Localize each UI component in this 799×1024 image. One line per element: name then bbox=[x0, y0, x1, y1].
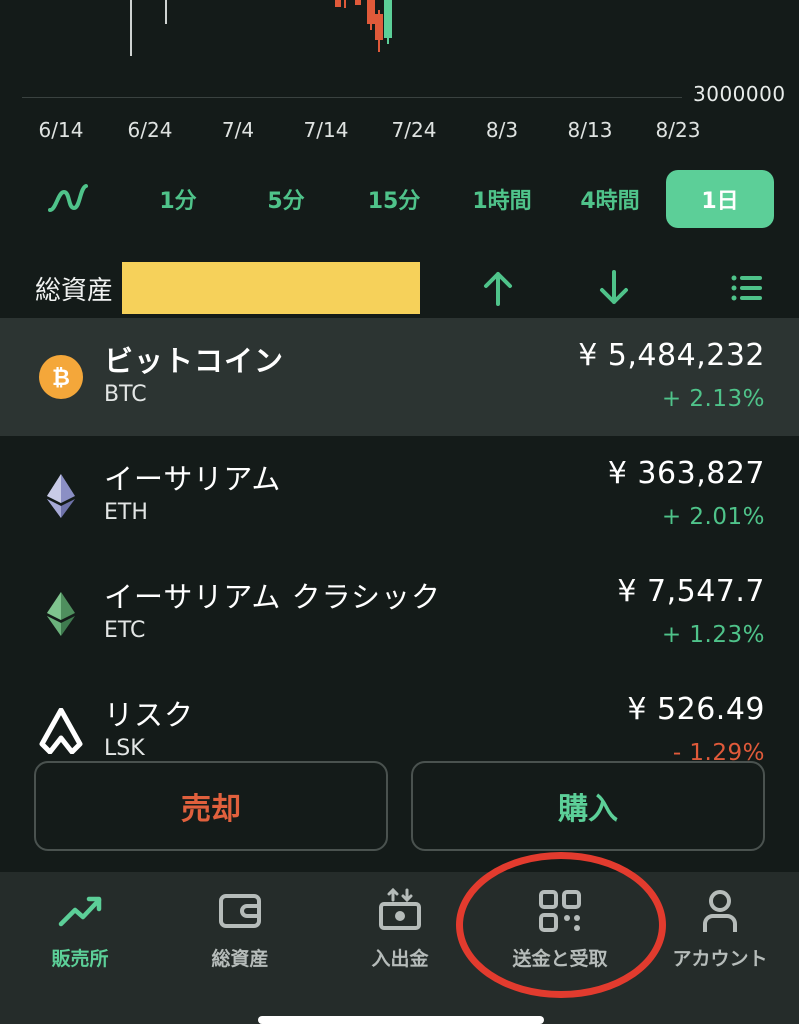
candle bbox=[375, 14, 383, 40]
coin-change: + 1.23% bbox=[661, 622, 765, 648]
coin-change: + 2.01% bbox=[661, 504, 765, 530]
buy-button[interactable]: 購入 bbox=[411, 761, 765, 851]
candle bbox=[367, 0, 375, 24]
trend-icon bbox=[58, 896, 102, 927]
coin-price: ¥ 5,484,232 bbox=[578, 338, 765, 373]
nav-label: アカウント bbox=[672, 948, 768, 970]
highlight-annotation bbox=[456, 852, 666, 998]
coin-row-btc[interactable]: ₿ ビットコイン BTC ¥ 5,484,232 + 2.13% bbox=[0, 318, 799, 436]
date-tick: 6/24 bbox=[127, 118, 173, 142]
date-tick: 7/24 bbox=[391, 118, 437, 142]
coin-price: ¥ 363,827 bbox=[607, 456, 765, 491]
deposit-icon bbox=[379, 887, 421, 930]
line-chart-icon bbox=[48, 184, 88, 212]
date-tick: 8/23 bbox=[655, 118, 701, 142]
sell-button[interactable]: 売却 bbox=[34, 761, 388, 851]
tab-4hour[interactable]: 4時間 bbox=[556, 170, 664, 228]
coin-price: ¥ 526.49 bbox=[627, 692, 765, 727]
coin-name: リスク bbox=[104, 698, 195, 732]
coin-symbol: ETH bbox=[104, 500, 148, 525]
candle bbox=[384, 0, 392, 38]
candlestick-chart bbox=[130, 0, 392, 56]
coin-price: ¥ 7,547.7 bbox=[617, 574, 765, 609]
date-tick: 6/14 bbox=[38, 118, 84, 142]
tab-1hour[interactable]: 1時間 bbox=[448, 170, 556, 228]
coin-change: + 2.13% bbox=[661, 386, 765, 412]
coin-row-eth[interactable]: イーサリアム ETH ¥ 363,827 + 2.01% bbox=[0, 436, 799, 554]
ethereum-classic-icon bbox=[47, 592, 75, 636]
line-chart-toggle[interactable] bbox=[14, 170, 122, 228]
ethereum-icon bbox=[47, 474, 75, 518]
home-indicator bbox=[258, 1016, 544, 1024]
lisk-icon bbox=[39, 708, 83, 754]
date-tick: 8/3 bbox=[485, 118, 519, 142]
asset-header: 総資産 bbox=[0, 258, 799, 314]
total-assets-label: 総資産 bbox=[35, 276, 114, 306]
coin-symbol: ETC bbox=[104, 618, 146, 643]
price-axis-label: 3000000 bbox=[693, 82, 786, 106]
arrow-up-icon[interactable] bbox=[478, 268, 518, 308]
nav-label: 入出金 bbox=[371, 948, 429, 970]
timeframe-selector: 1分 5分 15分 1時間 4時間 1日 bbox=[0, 170, 799, 230]
coin-row-etc[interactable]: イーサリアム クラシック ETC ¥ 7,547.7 + 1.23% bbox=[0, 554, 799, 672]
nav-label: 販売所 bbox=[51, 948, 109, 970]
trade-action-bar: 売却 購入 bbox=[0, 756, 799, 864]
bitcoin-icon: ₿ bbox=[39, 355, 83, 399]
nav-item-assets[interactable]: 総資産 bbox=[160, 886, 320, 976]
nav-item-exchange[interactable]: 販売所 bbox=[0, 886, 160, 976]
candle bbox=[355, 0, 361, 5]
tab-1min[interactable]: 1分 bbox=[124, 170, 232, 228]
bottom-nav: 販売所 総資産 入出金 送金と受取 アカウント bbox=[0, 872, 799, 1024]
price-axis-line bbox=[22, 97, 682, 98]
wallet-icon bbox=[219, 894, 261, 928]
tab-1day[interactable]: 1日 bbox=[666, 170, 774, 228]
price-chart[interactable]: 3000000 6/14 6/24 7/4 7/14 7/24 8/3 8/13… bbox=[0, 0, 799, 160]
account-icon bbox=[703, 890, 737, 932]
coin-name: イーサリアム bbox=[104, 462, 282, 496]
date-axis: 6/14 6/24 7/4 7/14 7/24 8/3 8/13 8/23 bbox=[0, 118, 799, 144]
date-tick: 7/14 bbox=[303, 118, 349, 142]
svg-text:₿: ₿ bbox=[52, 366, 70, 391]
date-tick: 7/4 bbox=[221, 118, 255, 142]
nav-label: 総資産 bbox=[211, 948, 269, 970]
tab-5min[interactable]: 5分 bbox=[232, 170, 340, 228]
date-tick: 8/13 bbox=[567, 118, 613, 142]
redaction-mask bbox=[122, 262, 420, 314]
tab-15min[interactable]: 15分 bbox=[340, 170, 448, 228]
arrow-down-icon[interactable] bbox=[594, 268, 634, 308]
coin-name: イーサリアム クラシック bbox=[104, 580, 442, 614]
list-icon[interactable] bbox=[726, 268, 766, 308]
coin-name: ビットコイン bbox=[104, 344, 285, 378]
candle bbox=[335, 0, 341, 7]
coin-symbol: BTC bbox=[104, 382, 147, 407]
